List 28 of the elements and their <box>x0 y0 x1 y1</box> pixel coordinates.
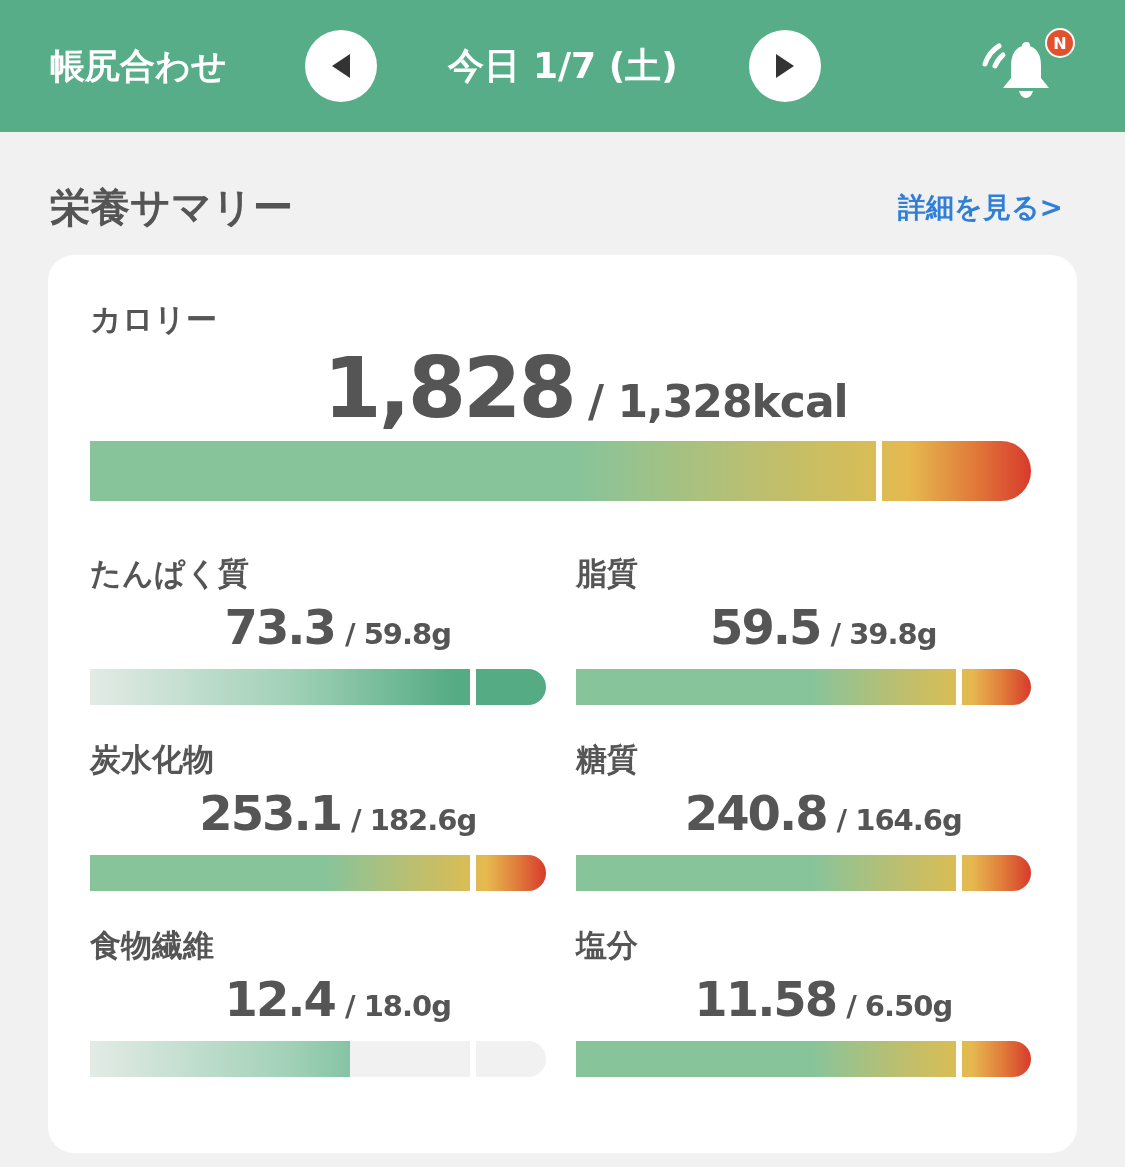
date-label: 今日 1/7 (土) <box>447 43 679 88</box>
nutrient-target: / 6.50g <box>846 989 953 1023</box>
nutrient-value: 12.4 <box>224 971 335 1027</box>
nutrient-target: / 18.0g <box>344 989 451 1023</box>
nutrient-target: / 39.8g <box>830 617 937 651</box>
nutrient-target: / 1,328kcal <box>588 376 848 427</box>
nutrient-label: カロリー <box>90 300 218 339</box>
nutrient-value: 1,828 <box>323 339 574 437</box>
nutrient-label: 炭水化物 <box>90 740 215 779</box>
app-title: 帳尻合わせ <box>50 44 228 88</box>
nutrient-value: 11.58 <box>694 971 837 1027</box>
nutrient-target: / 164.6g <box>836 803 962 837</box>
nutrient-label: たんぱく質 <box>90 554 250 593</box>
nutrient-label: 糖質 <box>575 740 639 779</box>
nutrient-value: 253.1 <box>199 785 342 841</box>
details-link[interactable]: 詳細を見る> <box>897 188 1063 227</box>
nutrient-label: 塩分 <box>575 926 639 965</box>
nutrient-label: 食物繊維 <box>90 926 215 965</box>
nutrient-label: 脂質 <box>575 554 639 593</box>
nutrient-value: 240.8 <box>684 785 827 841</box>
nutrient-target: / 182.6g <box>351 803 477 837</box>
nutrient-value: 73.3 <box>224 599 335 655</box>
right-triangle-icon <box>774 52 796 80</box>
left-triangle-icon <box>330 52 352 80</box>
nutrient-target: / 59.8g <box>344 617 451 651</box>
notification-badge: N <box>1045 28 1075 58</box>
nutrient-value: 59.5 <box>710 599 821 655</box>
section-title: 栄養サマリー <box>50 183 293 232</box>
